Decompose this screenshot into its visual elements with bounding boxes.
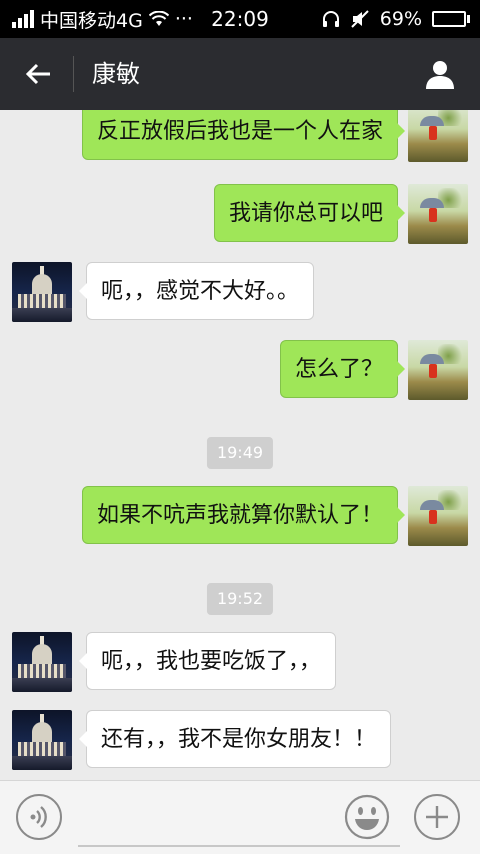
chat-title: 康敏 — [92, 60, 140, 88]
contact-avatar[interactable] — [12, 262, 72, 322]
message-bubble-sent[interactable]: 反正放假后我也是一个人在家 — [81, 110, 406, 160]
arrow-left-icon — [25, 63, 50, 85]
contact-avatar[interactable] — [12, 710, 72, 770]
profile-button[interactable] — [420, 54, 460, 94]
my-avatar[interactable] — [408, 110, 468, 162]
person-icon — [426, 61, 454, 89]
title-divider — [73, 56, 74, 92]
my-avatar[interactable] — [408, 486, 468, 546]
battery-icon — [432, 11, 470, 27]
message-list[interactable]: 反正放假后我也是一个人在家 我请你总可以吧 呃，，感觉不大好。。 怎么了？ 19… — [0, 110, 480, 780]
title-bar: 康敏 — [0, 38, 480, 110]
wifi-icon — [148, 11, 169, 26]
mute-icon — [351, 10, 369, 28]
input-bar — [0, 780, 480, 854]
carrier-label: 中国移动4G — [40, 9, 143, 32]
message-bubble-received[interactable]: 还有，，我不是你女朋友！！ — [78, 710, 392, 768]
more-button[interactable] — [414, 794, 460, 840]
my-avatar[interactable] — [408, 184, 468, 244]
signal-icon — [12, 10, 34, 28]
message-bubble-sent[interactable]: 怎么了？ — [279, 340, 406, 398]
voice-button[interactable] — [16, 794, 62, 840]
smiley-icon — [344, 794, 390, 840]
headphones-icon — [322, 11, 339, 27]
message-bubble-sent[interactable]: 我请你总可以吧 — [213, 184, 406, 242]
back-button[interactable] — [18, 56, 58, 92]
message-bubble-sent[interactable]: 如果不吭声我就算你默认了！ — [81, 486, 406, 544]
plus-icon — [426, 806, 448, 828]
message-bubble-received[interactable]: 呃，，感觉不大好。。 — [78, 262, 315, 320]
emoji-button[interactable] — [344, 794, 390, 840]
status-dots: ··· — [174, 8, 193, 30]
battery-percent: 69% — [379, 8, 422, 30]
my-avatar[interactable] — [408, 340, 468, 400]
chat-screen: 中国移动4G ··· 22:09 69% 康敏 反正放假后我也是一个人在家 我请… — [0, 0, 480, 854]
message-bubble-received[interactable]: 呃，，我也要吃饭了，， — [78, 632, 337, 690]
voice-icon — [30, 806, 47, 828]
contact-avatar[interactable] — [12, 632, 72, 692]
status-bar: 中国移动4G ··· 22:09 69% — [0, 0, 480, 38]
time-divider: 19:49 — [206, 437, 274, 469]
time-divider: 19:52 — [206, 583, 274, 615]
